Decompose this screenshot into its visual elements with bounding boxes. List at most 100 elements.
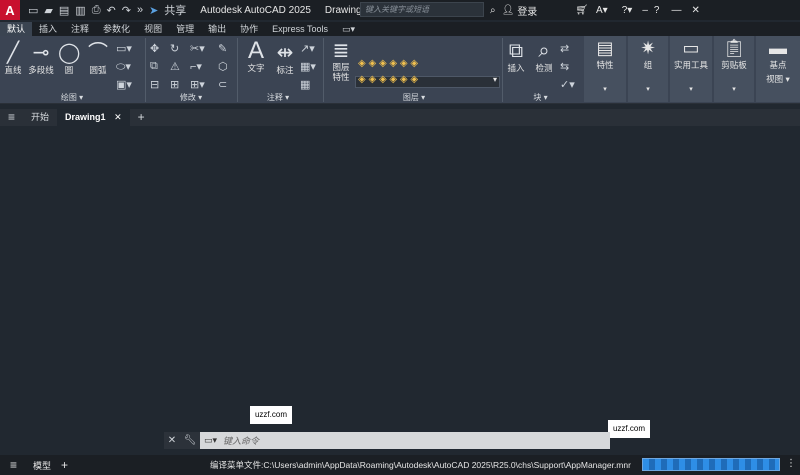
copy-icon[interactable]: ⧉ <box>150 60 158 73</box>
search-input[interactable]: 键入关键字或短语 <box>360 2 484 17</box>
tab-express-tools[interactable]: Express Tools <box>265 22 335 36</box>
insert-block-tool[interactable]: ⧉ 插入 <box>504 40 528 74</box>
rectangle-icon[interactable]: ▭▾ <box>116 42 132 55</box>
window-minimize-icon[interactable]: — <box>671 5 681 16</box>
array-icon[interactable]: ⊞▾ <box>190 78 205 91</box>
wrench-icon[interactable]: 🔧︎ <box>184 435 197 446</box>
save-as-icon[interactable]: ▥ <box>75 4 85 17</box>
title-right-tools: ⌕ 👤︎ 登录 🛒︎ A▾ ?▾ – ? — ✕ <box>490 0 700 20</box>
drawing-canvas[interactable] <box>0 126 800 454</box>
annotation-panel-label[interactable]: 注释 ▾ <box>238 92 318 104</box>
draw-panel-label[interactable]: 绘图 ▾ <box>0 92 144 104</box>
share-icon[interactable]: ➤ <box>149 4 158 17</box>
ribbon-options-icon[interactable]: ▭▾ <box>335 22 362 36</box>
close-icon[interactable]: ✕ <box>114 112 122 122</box>
line-tool[interactable]: ╱ 直线 <box>2 42 24 76</box>
tab-output[interactable]: 输出 <box>201 22 233 36</box>
drawing-tab-label: Drawing1 <box>65 112 106 122</box>
chevron-down-icon: ▾ <box>492 75 497 84</box>
explode-icon[interactable]: ⬡ <box>218 60 228 73</box>
region-icon[interactable]: ▣▾ <box>116 78 132 91</box>
scale-icon[interactable]: ⊞ <box>170 78 179 91</box>
block-panel-label[interactable]: 块 ▾ <box>503 92 578 104</box>
redo-icon[interactable]: ↷ <box>122 4 131 17</box>
dimension-label: 标注 <box>276 65 294 75</box>
add-layout-button[interactable]: + <box>61 458 68 472</box>
window-close-icon[interactable]: ✕ <box>691 5 699 16</box>
menu-icon[interactable]: ≡ <box>10 458 17 472</box>
close-icon[interactable]: ✕ <box>168 435 176 446</box>
view-panel-label: 视图 ▾ <box>766 74 790 84</box>
layer-properties-tool[interactable]: ≣ 图层 特性 <box>328 40 354 82</box>
erase-icon[interactable]: ✎ <box>218 42 227 55</box>
new-tab-button[interactable]: + <box>130 109 153 126</box>
text-tool[interactable]: A 文字 <box>244 39 268 74</box>
tab-drawing1[interactable]: Drawing1 ✕ <box>57 109 130 126</box>
share-button[interactable]: 共享 <box>164 2 186 18</box>
help-icon[interactable]: ?▾ <box>622 5 633 16</box>
circle-label: 圆 <box>64 65 74 75</box>
menu-icon[interactable]: ≡ <box>0 109 23 126</box>
save-icon[interactable]: ▤ <box>59 4 69 17</box>
layer-tools-row2-icon[interactable]: ◈ ◈ ◈ ◈ ◈ ◈ <box>358 74 418 85</box>
tab-insert[interactable]: 插入 <box>32 22 64 36</box>
circle-icon: ◯ <box>58 42 81 64</box>
undo-icon[interactable]: ↶ <box>107 4 116 17</box>
help-circle-icon[interactable]: ? <box>654 5 660 16</box>
model-tab[interactable]: 模型 <box>33 459 51 472</box>
block-attr-icon[interactable]: ⇆ <box>560 60 569 73</box>
autodesk-app-icon[interactable]: A▾ <box>596 5 608 16</box>
layers-panel-label[interactable]: 图层 ▾ <box>324 92 504 104</box>
inspect-icon: ⌕ <box>538 40 550 62</box>
watermark: uzzf.com <box>250 406 292 424</box>
rotate-icon[interactable]: ↻ <box>170 42 179 55</box>
modify-panel-label[interactable]: 修改 ▾ <box>146 92 236 104</box>
block-edit-icon[interactable]: ⇄ <box>560 42 569 55</box>
offset-icon[interactable]: ⊂ <box>218 78 227 91</box>
tab-collaborate[interactable]: 协作 <box>233 22 265 36</box>
user-icon[interactable]: 👤︎ <box>502 5 515 16</box>
command-input[interactable]: 键入命令 <box>223 434 259 447</box>
print-icon[interactable]: ⎙ <box>92 4 101 17</box>
tab-parametric[interactable]: 参数化 <box>96 22 137 36</box>
polyline-tool[interactable]: ⊸ 多段线 <box>26 42 56 76</box>
stretch-icon[interactable]: ⊟ <box>150 78 159 91</box>
grid-table-icon[interactable]: ▦ <box>300 78 310 91</box>
group-panel[interactable]: ✷ 组 ▾ <box>628 36 668 102</box>
minimize-icon[interactable]: – <box>642 5 648 16</box>
block-check-icon[interactable]: ✓▾ <box>560 78 575 91</box>
move-icon[interactable]: ✥ <box>150 42 159 55</box>
autocad-logo-button[interactable]: A <box>0 0 20 20</box>
command-prompt-icon[interactable]: ▭▾ <box>204 435 217 446</box>
trim-icon[interactable]: ✂▾ <box>190 42 205 55</box>
insert-block-icon: ⧉ <box>508 40 524 62</box>
utilities-panel[interactable]: ▭ 实用工具 ▾ <box>670 36 712 102</box>
cart-icon[interactable]: 🛒︎ <box>575 5 588 16</box>
more-icon[interactable]: » <box>137 4 143 16</box>
arc-tool[interactable]: ⌒ 圆弧 <box>86 42 110 76</box>
dimension-tool[interactable]: ⇹ 标注 <box>272 42 298 76</box>
layer-tools-row1-icon[interactable]: ◈ ◈ ◈ ◈ ◈ ◈ <box>358 58 418 69</box>
inspect-tool[interactable]: ⌕ 检测 <box>532 40 556 74</box>
hatch-icon[interactable]: ⬭▾ <box>116 60 131 74</box>
tab-manage[interactable]: 管理 <box>169 22 201 36</box>
tab-start[interactable]: 开始 <box>23 109 57 126</box>
leader-icon[interactable]: ↗▾ <box>300 42 315 55</box>
search-icon[interactable]: ⌕ <box>490 5 496 16</box>
circle-tool[interactable]: ◯ 圆 <box>58 42 80 76</box>
more-icon[interactable]: ⋮ <box>786 458 796 469</box>
inspect-label: 检测 <box>535 63 553 73</box>
clipboard-label: 剪贴板 <box>721 60 747 70</box>
properties-panel[interactable]: ▤ 特性 ▾ <box>584 36 626 102</box>
login-button[interactable]: 登录 <box>517 3 537 18</box>
tab-view[interactable]: 视图 <box>137 22 169 36</box>
view-panel[interactable]: ▬ 基点 视图 ▾ <box>756 36 800 102</box>
clipboard-panel[interactable]: 📋︎ 剪贴板 ▾ <box>714 36 754 102</box>
table-icon[interactable]: ▦▾ <box>300 60 316 73</box>
fillet-icon[interactable]: ⌐▾ <box>190 60 202 73</box>
mirror-icon[interactable]: ⚠ <box>170 60 180 73</box>
open-file-icon[interactable]: ▰ <box>44 4 52 17</box>
tab-default[interactable]: 默认 <box>0 22 33 36</box>
tab-annotate[interactable]: 注释 <box>64 22 96 36</box>
new-file-icon[interactable]: ▭ <box>28 4 38 17</box>
